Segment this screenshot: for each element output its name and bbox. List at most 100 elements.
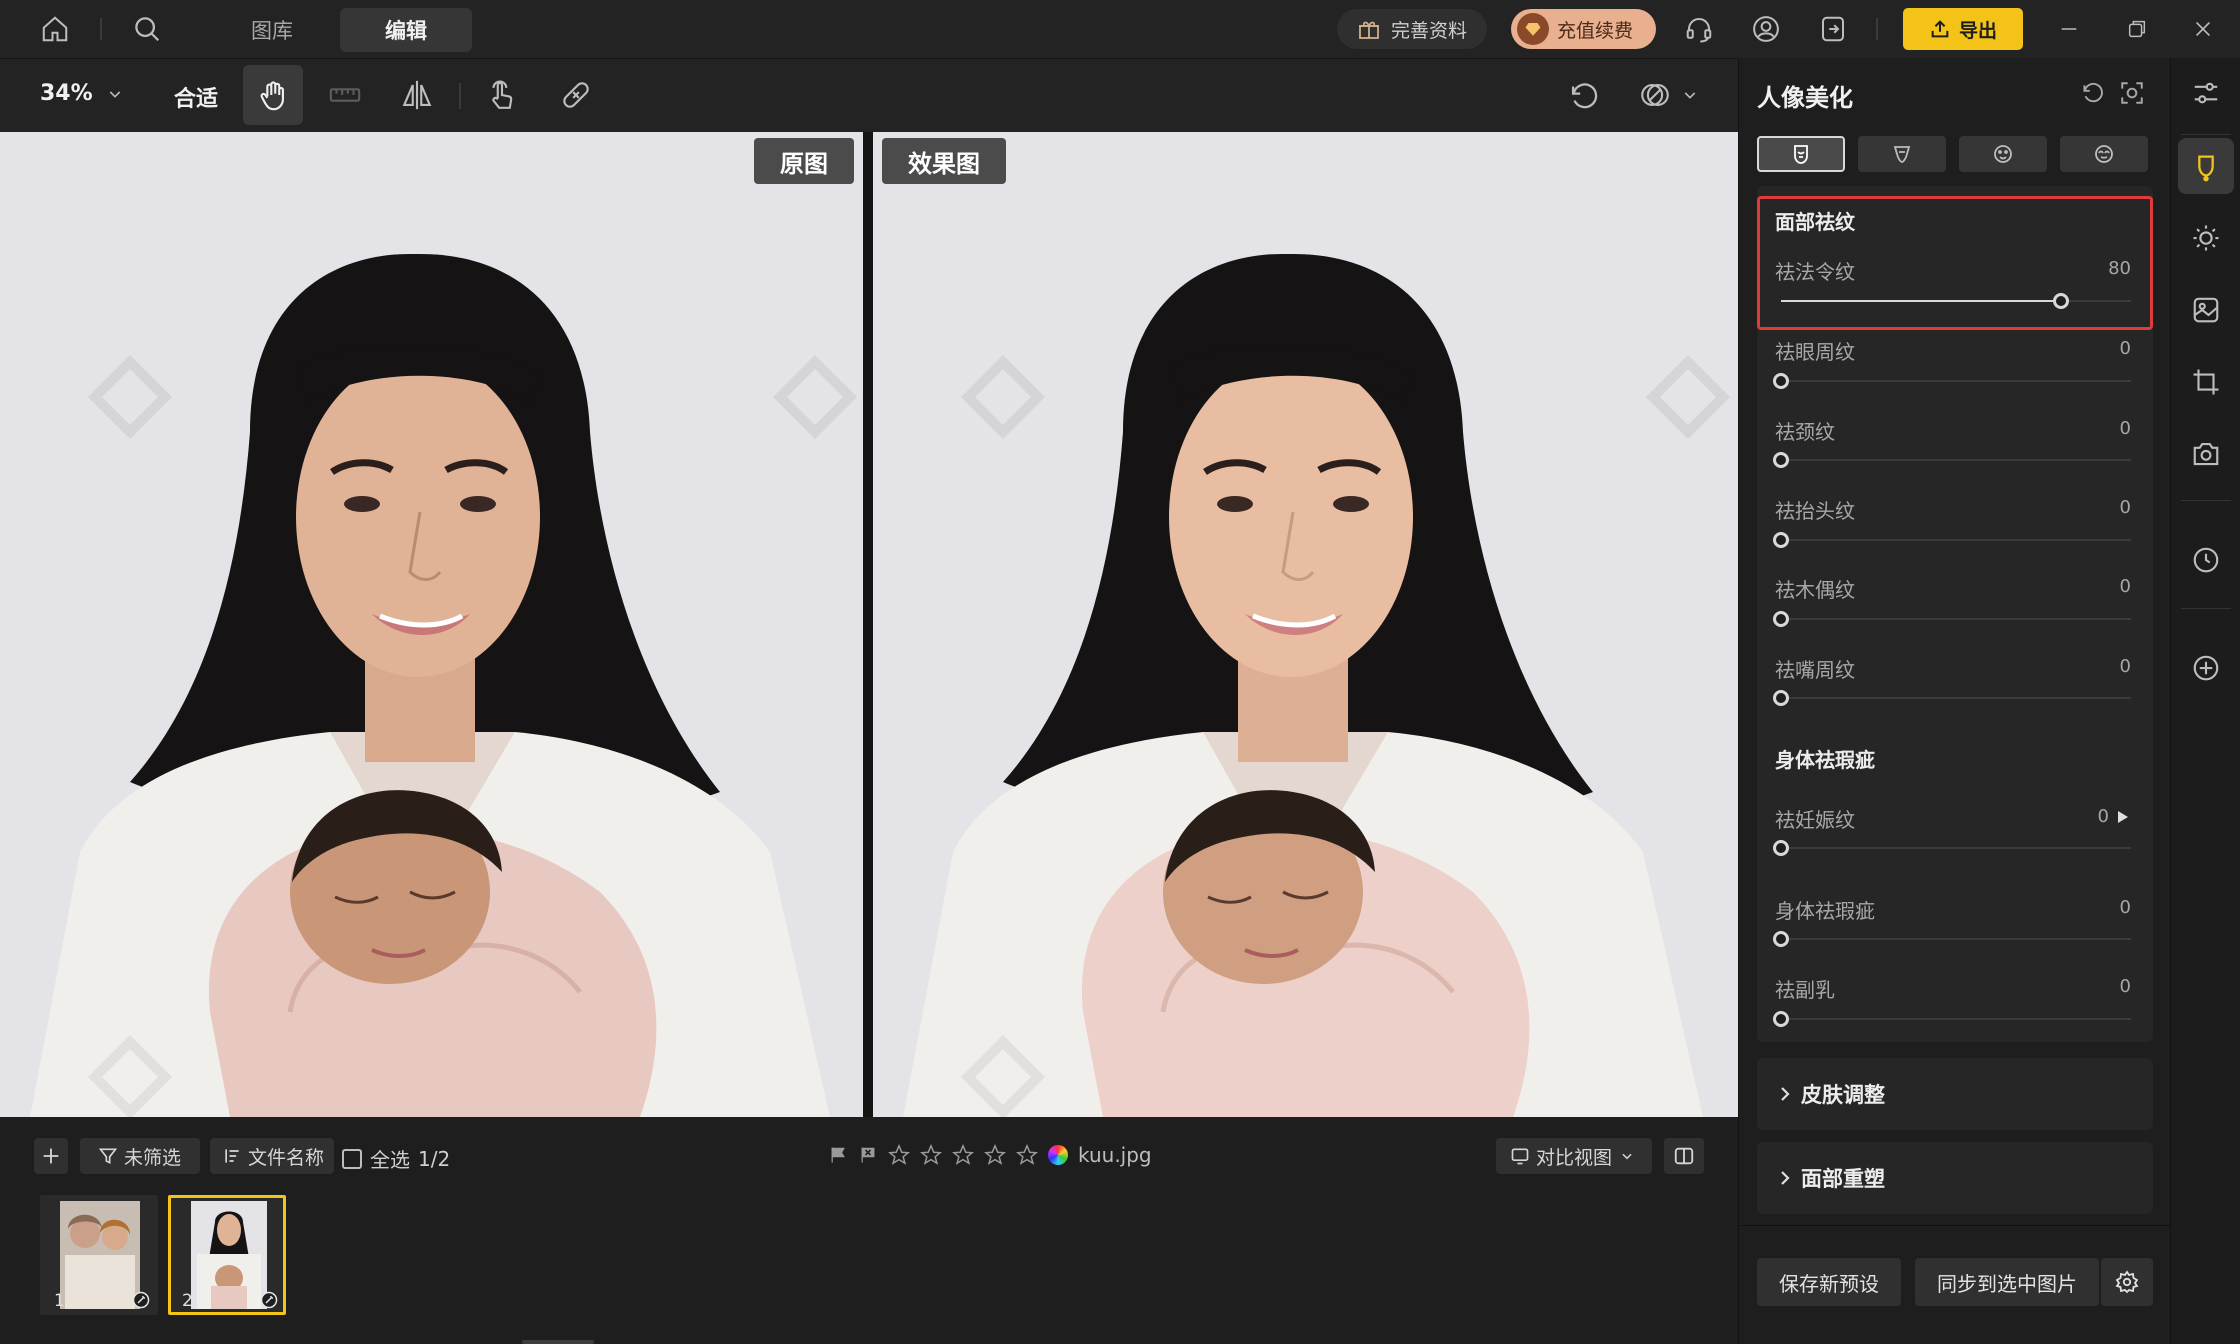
slider-knob[interactable] [1773, 1011, 1789, 1027]
sort-button[interactable]: 文件名称 [210, 1138, 334, 1174]
slider-knob[interactable] [1773, 840, 1789, 856]
tab-body[interactable] [1858, 136, 1946, 172]
slider-label: 祛颈纹 [1775, 420, 1835, 444]
monitor-icon [1510, 1146, 1530, 1166]
star-icon[interactable] [952, 1144, 974, 1166]
filter-button[interactable]: 未筛选 [80, 1138, 200, 1174]
tab-eyes[interactable] [2060, 136, 2148, 172]
face-reshape-section[interactable]: 面部重塑 [1757, 1142, 2153, 1214]
body-blemish-slider[interactable] [1773, 931, 2131, 947]
search-icon[interactable] [128, 10, 166, 48]
close-icon[interactable] [2184, 10, 2222, 48]
headset-icon[interactable] [1680, 10, 1718, 48]
slider-knob[interactable] [1773, 931, 1789, 947]
marionette-wrinkle-slider[interactable] [1773, 611, 2131, 627]
ruler-icon[interactable] [315, 65, 375, 125]
minimize-icon[interactable] [2050, 10, 2088, 48]
skin-adjust-section[interactable]: 皮肤调整 [1757, 1058, 2153, 1130]
compare-canvas[interactable]: 原图 效果图 [0, 132, 1738, 1117]
stretch-mark-slider[interactable] [1773, 840, 2131, 856]
tab-library[interactable]: 图库 [222, 8, 322, 52]
chevron-down-icon [1682, 87, 1698, 103]
camera-icon[interactable] [2178, 426, 2234, 482]
reject-flag-icon[interactable] [858, 1145, 878, 1165]
star-icon[interactable] [920, 1144, 942, 1166]
slider-knob[interactable] [1773, 452, 1789, 468]
select-all[interactable]: 全选 1/2 [342, 1144, 450, 1173]
profile-button[interactable]: 完善资料 [1337, 9, 1487, 49]
slider-label: 祛嘴周纹 [1775, 658, 1855, 682]
slider-label: 祛眼周纹 [1775, 340, 1855, 364]
thumbnail[interactable]: 1 [40, 1195, 158, 1315]
user-icon[interactable] [1747, 10, 1785, 48]
view-mode-dropdown[interactable]: 对比视图 [1496, 1138, 1652, 1174]
slider-knob[interactable] [2053, 293, 2069, 309]
recharge-button[interactable]: 充值续费 [1511, 9, 1656, 49]
filmstrip-scrollbar[interactable] [522, 1340, 594, 1344]
hand-tool-icon[interactable] [243, 65, 303, 125]
history-icon[interactable] [2178, 532, 2234, 588]
export-button[interactable]: 导出 [1903, 8, 2023, 50]
face-scan-icon[interactable] [2119, 80, 2145, 106]
restore-icon[interactable] [2118, 10, 2156, 48]
flag-icon[interactable] [828, 1145, 848, 1165]
sync-button[interactable]: 同步到选中图片 [1915, 1258, 2099, 1306]
forehead-wrinkle-slider[interactable] [1773, 532, 2131, 548]
share-icon[interactable] [1814, 10, 1852, 48]
tab-face[interactable] [1959, 136, 2047, 172]
sliders-icon[interactable] [2178, 65, 2234, 121]
neck-wrinkle-slider[interactable] [1773, 452, 2131, 468]
slider-label: 祛抬头纹 [1775, 499, 1855, 523]
home-icon[interactable] [36, 10, 74, 48]
gift-icon [1357, 17, 1381, 41]
settings-gear-icon[interactable] [2101, 1258, 2153, 1306]
save-preset-button[interactable]: 保存新预设 [1757, 1258, 1901, 1306]
add-button[interactable] [34, 1138, 68, 1174]
crop-icon[interactable] [2178, 354, 2234, 410]
select-all-checkbox[interactable] [342, 1148, 362, 1169]
chevron-right-icon [1779, 1086, 1791, 1102]
slider-value: 0 [2119, 576, 2131, 597]
select-all-label: 全选 [370, 1148, 410, 1172]
slider-knob[interactable] [1773, 532, 1789, 548]
undo-icon[interactable] [1553, 65, 1613, 125]
fit-button[interactable]: 合适 [174, 81, 218, 113]
star-icon[interactable] [984, 1144, 1006, 1166]
image-adjust-icon[interactable] [2178, 282, 2234, 338]
star-icon[interactable] [888, 1144, 910, 1166]
tab-edit[interactable]: 编辑 [340, 8, 472, 52]
tab-wrinkle[interactable] [1757, 136, 1845, 172]
tool-rail [2170, 58, 2240, 1344]
slider-knob[interactable] [1773, 373, 1789, 389]
reset-icon[interactable] [2079, 80, 2105, 106]
thumbnail-selected[interactable]: 2 [168, 1195, 286, 1315]
chevron-down-icon [1620, 1149, 1634, 1163]
nasolabial-slider[interactable] [1781, 293, 2131, 309]
zoom-dropdown[interactable]: 34% [40, 81, 123, 106]
add-circle-icon[interactable] [2178, 640, 2234, 696]
compare-dropdown[interactable] [1623, 65, 1713, 125]
filename: kuu.jpg [1078, 1143, 1152, 1167]
star-icon[interactable] [1016, 1144, 1038, 1166]
upload-icon [1929, 18, 1951, 40]
split-view-icon[interactable] [1664, 1138, 1704, 1174]
accessory-breast-slider[interactable] [1773, 1011, 2131, 1027]
play-triangle-icon[interactable] [2117, 810, 2129, 824]
sort-label: 文件名称 [248, 1146, 325, 1169]
compare-divider[interactable] [863, 132, 873, 1117]
view-mode-label: 对比视图 [1536, 1146, 1613, 1169]
eye-wrinkle-slider[interactable] [1773, 373, 2131, 389]
result-image[interactable]: 效果图 [873, 132, 1738, 1117]
bandage-icon[interactable] [546, 65, 606, 125]
slider-knob[interactable] [1773, 611, 1789, 627]
brightness-icon[interactable] [2178, 210, 2234, 266]
original-image[interactable]: 原图 [0, 132, 863, 1117]
touch-icon[interactable] [472, 65, 532, 125]
flip-icon[interactable] [387, 65, 447, 125]
color-label-icon[interactable] [1048, 1145, 1068, 1165]
slider-knob[interactable] [1773, 690, 1789, 706]
portrait-beauty-icon[interactable] [2178, 138, 2234, 194]
profile-label: 完善资料 [1391, 19, 1468, 42]
mouth-wrinkle-slider[interactable] [1773, 690, 2131, 706]
divider [100, 18, 102, 40]
